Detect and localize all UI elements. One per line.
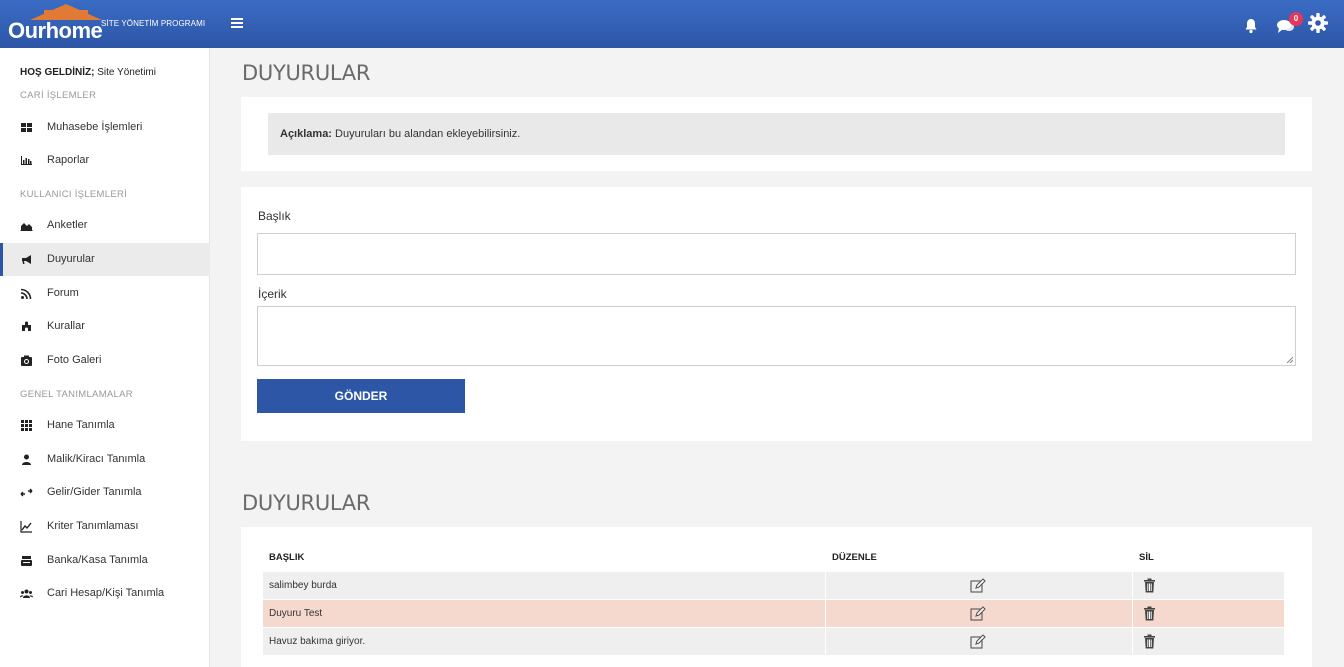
sidebar-item-label: Muhasebe İşlemleri <box>47 121 143 133</box>
content-label: İçerik <box>258 287 287 301</box>
brand-subtitle: SİTE YÖNETİM PROGRAMI <box>101 19 206 28</box>
title-label: Başlık <box>258 209 291 223</box>
sidebar-item-label: Duyurular <box>47 253 95 265</box>
area-chart-icon <box>20 223 33 231</box>
sidebar-item-label: Banka/Kasa Tanımla <box>47 554 148 566</box>
line-chart-icon <box>20 521 32 533</box>
section-kullanici-islemleri: KULLANICI İŞLEMLERİ <box>20 189 128 200</box>
megaphone-icon <box>22 255 31 264</box>
edit-icon[interactable] <box>970 634 986 650</box>
user-icon <box>22 454 31 465</box>
page-title: DUYURULAR <box>242 61 371 85</box>
roof-icon-base <box>44 10 88 18</box>
sidebar-item-kriter[interactable]: Kriter Tanımlaması <box>0 510 210 543</box>
row-title: salimbey burda <box>269 580 337 591</box>
column-header-sil: SİL <box>1139 552 1154 563</box>
content-textarea[interactable] <box>257 306 1296 366</box>
sidebar-item-kurallar[interactable]: Kurallar <box>0 310 210 343</box>
sidebar-item-label: Hane Tanımla <box>47 419 115 431</box>
bank-icon <box>21 556 32 566</box>
sidebar-item-gelir-gider[interactable]: Gelir/Gider Tanımla <box>0 476 210 509</box>
bell-icon[interactable] <box>1244 18 1258 34</box>
users-icon <box>20 589 33 598</box>
camera-icon <box>21 355 32 366</box>
trash-icon[interactable] <box>1143 606 1156 621</box>
sidebar-item-label: Malik/Kiracı Tanımla <box>47 453 146 465</box>
sidebar-item-cari-hesap[interactable]: Cari Hesap/Kişi Tanımla <box>0 577 210 610</box>
table-row: Duyuru Test <box>263 600 1284 627</box>
row-title: Havuz bakıma giriyor. <box>269 636 366 647</box>
resize-handle-icon[interactable] <box>1286 356 1293 363</box>
sidebar-item-label: Kriter Tanımlaması <box>47 520 139 532</box>
sidebar-item-forum[interactable]: Forum <box>0 277 210 310</box>
sidebar-item-anketler[interactable]: Anketler <box>0 209 210 242</box>
sidebar-item-banka-kasa[interactable]: Banka/Kasa Tanımla <box>0 544 210 577</box>
info-box: Açıklama: Duyuruları bu alandan ekleyebi… <box>268 113 1285 155</box>
submit-button[interactable]: GÖNDER <box>257 379 465 413</box>
sidebar-item-label: Kurallar <box>47 320 85 332</box>
trash-icon[interactable] <box>1143 578 1156 593</box>
list-title: DUYURULAR <box>242 491 371 515</box>
table-row: Havuz bakıma giriyor. <box>263 628 1284 655</box>
section-cari-islemler: CARİ İŞLEMLER <box>20 90 97 101</box>
sidebar-item-raporlar[interactable]: Raporlar <box>0 144 210 177</box>
edit-icon[interactable] <box>970 606 986 622</box>
column-header-baslik: BAŞLIK <box>269 552 305 563</box>
sidebar-item-malik-kiraci[interactable]: Malik/Kiracı Tanımla <box>0 443 210 476</box>
puzzle-icon <box>22 321 31 331</box>
table-row: salimbey burda <box>263 572 1284 599</box>
chat-badge: 0 <box>1289 12 1303 26</box>
edit-icon[interactable] <box>970 578 986 594</box>
sidebar-item-label: Cari Hesap/Kişi Tanımla <box>47 587 165 599</box>
sidebar-item-duyurular[interactable]: Duyurular <box>0 243 210 276</box>
sidebar-item-label: Anketler <box>47 219 88 231</box>
exchange-icon <box>20 488 33 497</box>
trash-icon[interactable] <box>1143 634 1156 649</box>
sidebar-item-label: Raporlar <box>47 154 90 166</box>
welcome-text: HOŞ GELDİNİZ; Site Yönetimi <box>20 67 156 78</box>
sidebar-item-hane-tanimla[interactable]: Hane Tanımla <box>0 409 210 442</box>
brand-logo[interactable]: Ourhome SİTE YÖNETİM PROGRAMI <box>0 0 210 48</box>
title-input[interactable] <box>257 233 1296 275</box>
dashboard-icon <box>21 123 32 132</box>
gear-icon[interactable] <box>1307 12 1329 34</box>
row-title: Duyuru Test <box>269 608 323 619</box>
bar-chart-icon <box>21 156 32 165</box>
column-header-duzenle: DÜZENLE <box>832 552 877 563</box>
top-bar: Ourhome SİTE YÖNETİM PROGRAMI 0 <box>0 0 1344 48</box>
sidebar: HOŞ GELDİNİZ; Site Yönetimi CARİ İŞLEMLE… <box>0 48 210 667</box>
sidebar-item-label: Gelir/Gider Tanımla <box>47 486 142 498</box>
sidebar-item-muhasebe[interactable]: Muhasebe İşlemleri <box>0 111 210 144</box>
rss-icon <box>20 288 32 300</box>
sidebar-item-label: Forum <box>47 287 79 299</box>
hamburger-icon[interactable] <box>231 18 243 28</box>
section-genel-tanimlamalar: GENEL TANIMLAMALAR <box>20 389 133 400</box>
sidebar-item-foto-galeri[interactable]: Foto Galeri <box>0 344 210 377</box>
brand-name: Ourhome <box>8 18 103 43</box>
grid-icon <box>21 420 32 431</box>
sidebar-item-label: Foto Galeri <box>47 354 102 366</box>
